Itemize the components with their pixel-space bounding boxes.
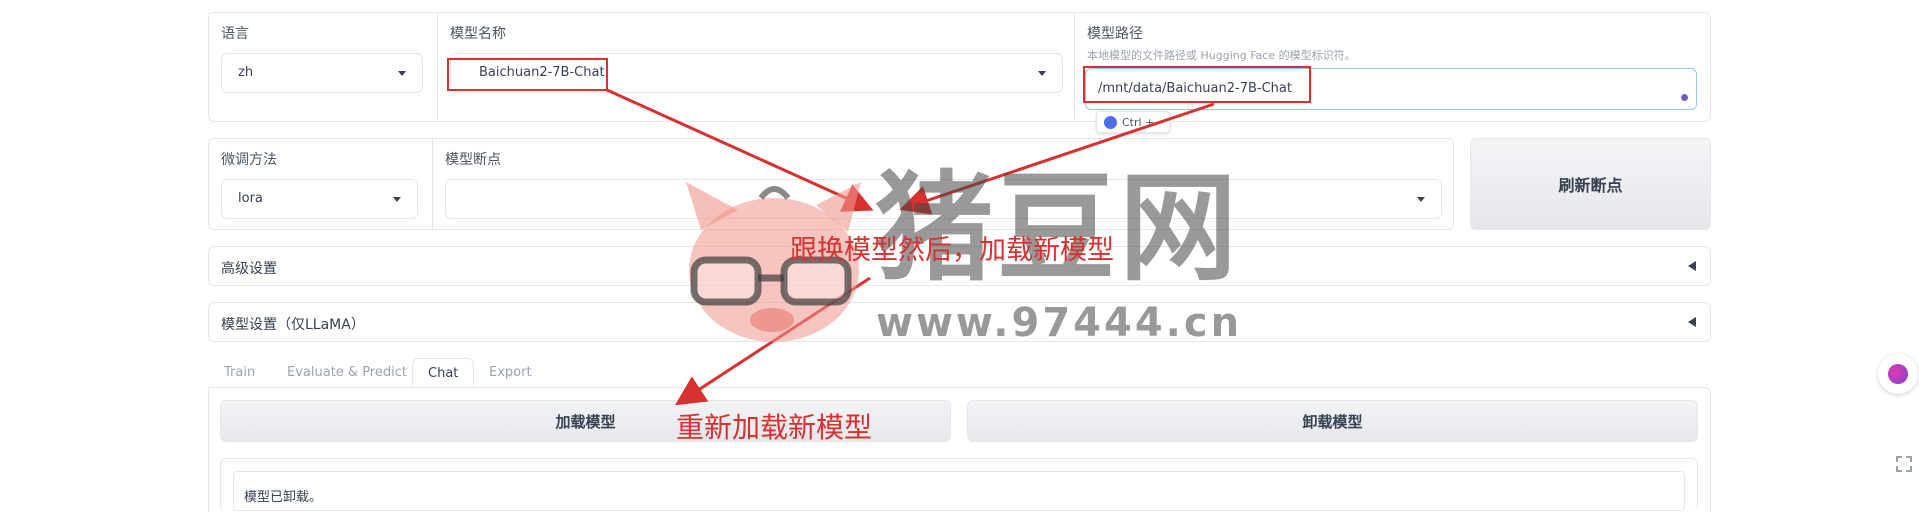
- watermark-url: www.97444.cn: [876, 300, 1243, 346]
- annotation-switch-then-load: 跟换模型然后，加载新模型: [790, 235, 1114, 266]
- annotation-reload-new-model: 重新加载新模型: [676, 411, 873, 444]
